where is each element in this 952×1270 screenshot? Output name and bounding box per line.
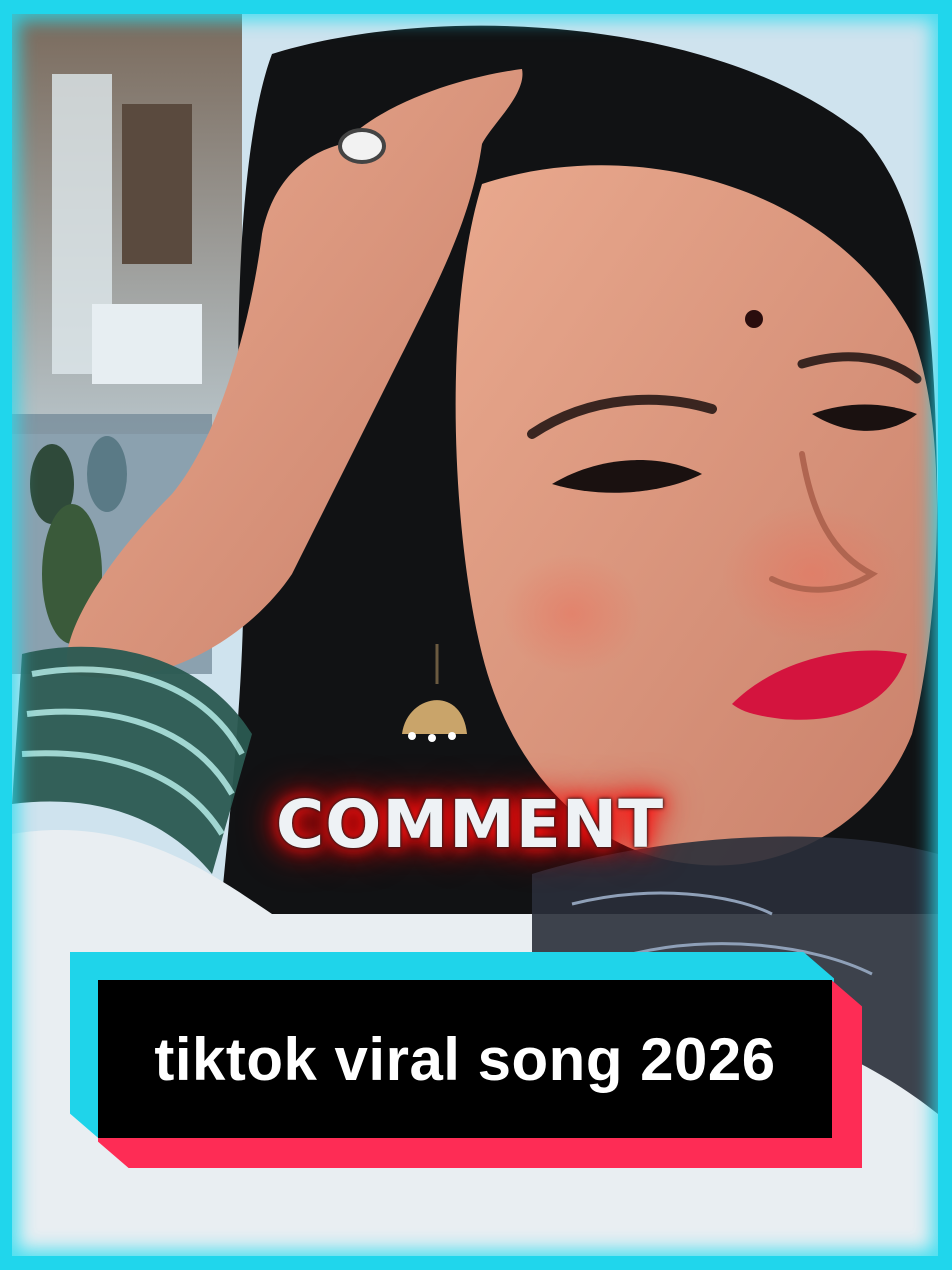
- caption-text: tiktok viral song 2026: [154, 1025, 776, 1093]
- caption-box: tiktok viral song 2026: [98, 980, 832, 1138]
- comment-label: COMMENT: [275, 785, 665, 863]
- comment-overlay: COMMENT: [250, 778, 690, 870]
- video-frame: COMMENT tiktok viral song 2026: [0, 0, 952, 1270]
